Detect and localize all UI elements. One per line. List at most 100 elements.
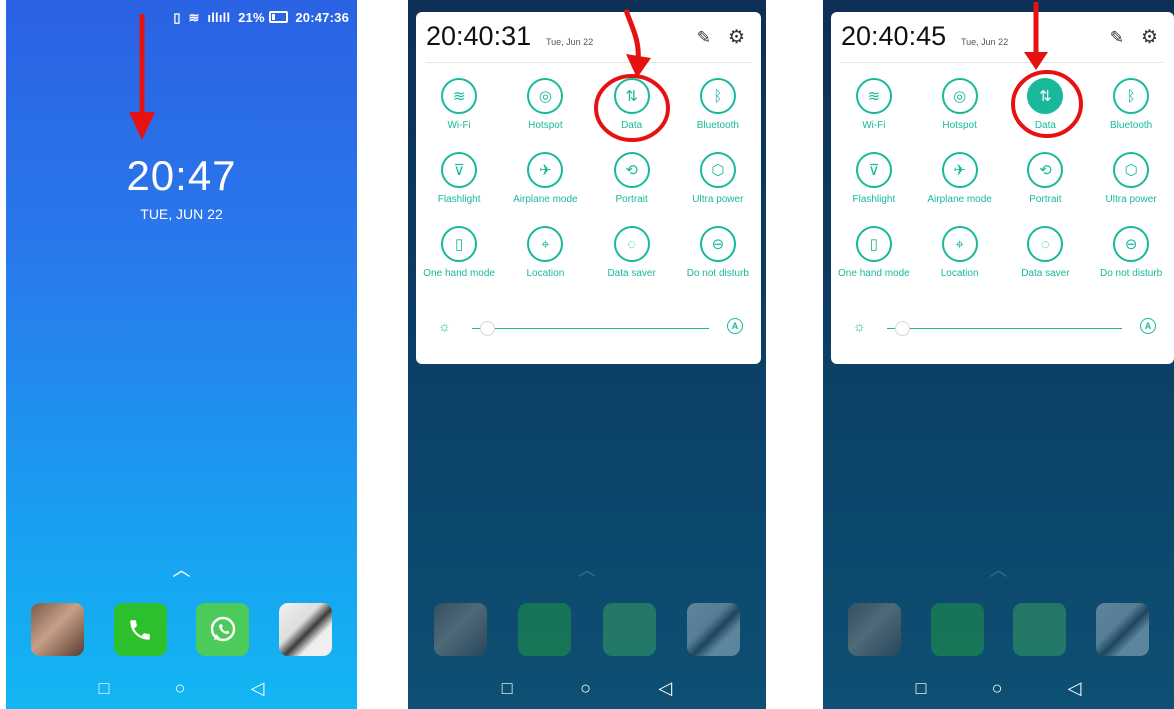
tile-flashlight[interactable]: ⊽ Flashlight — [831, 152, 917, 205]
data-icon: ⇅ — [1027, 78, 1064, 114]
nav-bar: □ ○ ◁ — [408, 678, 766, 699]
gallery-app-icon[interactable] — [30, 603, 84, 656]
tile-bluetooth[interactable]: ᛒ Bluetooth — [675, 78, 761, 131]
settings-gear-icon[interactable]: ⚙ — [1141, 26, 1158, 49]
tile-data[interactable]: ⇅ Data — [589, 78, 675, 131]
tile-data-saver[interactable]: ◌ Data saver — [589, 226, 675, 279]
slider-track — [472, 328, 709, 329]
dock — [823, 603, 1174, 656]
auto-brightness-icon[interactable]: A — [1140, 318, 1156, 334]
tile-data[interactable]: ⇅ Data — [1003, 78, 1089, 131]
tile-portrait[interactable]: ⟲ Portrait — [589, 152, 675, 205]
brightness-icon: ☼ — [853, 318, 866, 334]
battery-percent: 21% — [238, 10, 265, 25]
swipe-up-chevron-icon[interactable]: ︿ — [6, 556, 357, 582]
phone-app-icon — [930, 603, 984, 656]
data-saver-icon: ◌ — [613, 226, 650, 262]
tile-bluetooth[interactable]: ᛒ Bluetooth — [1088, 78, 1174, 131]
tile-dnd[interactable]: ⊖ Do not disturb — [1088, 226, 1174, 279]
tile-hotspot[interactable]: ◎ Hotspot — [917, 78, 1003, 131]
home-button[interactable]: ○ — [580, 678, 591, 699]
home-button[interactable]: ○ — [992, 678, 1003, 699]
location-icon: ⌖ — [527, 226, 564, 262]
status-time: 20:47:36 — [295, 10, 349, 25]
slider-track — [887, 328, 1122, 329]
tile-location[interactable]: ⌖ Location — [917, 226, 1003, 279]
tile-one-hand[interactable]: ▯ One hand mode — [416, 226, 502, 279]
tile-airplane[interactable]: ✈ Airplane mode — [917, 152, 1003, 205]
power-save-icon: ⬡ — [699, 152, 736, 188]
tile-location[interactable]: ⌖ Location — [502, 226, 588, 279]
quick-settings-before: 20:40:31 Tue, Jun 22 ✎ ⚙ ≋ Wi-Fi ◎ Hotspot… — [408, 0, 766, 709]
tile-ultra-power[interactable]: ⬡ Ultra power — [1088, 152, 1174, 205]
qs-date: Tue, Jun 22 — [546, 37, 594, 47]
brightness-slider[interactable]: ☼ A — [434, 318, 743, 338]
tile-wifi[interactable]: ≋ Wi-Fi — [831, 78, 917, 131]
phone-app-icon[interactable] — [113, 603, 167, 656]
tile-data-saver[interactable]: ◌ Data saver — [1003, 226, 1089, 279]
back-button[interactable]: ◁ — [1068, 678, 1082, 699]
location-icon: ⌖ — [941, 226, 978, 262]
tile-grid: ≋ Wi-Fi ◎ Hotspot ⇅ Data ᛒ Bluetooth ⊽ Flashl… — [416, 78, 761, 279]
swipe-up-chevron-icon: ︿ — [989, 560, 1008, 580]
recents-button[interactable]: □ — [99, 678, 110, 699]
lock-date: TUE, JUN 22 — [140, 206, 223, 222]
airplane-icon: ✈ — [527, 152, 564, 188]
edit-pencil-icon[interactable]: ✎ — [1110, 28, 1124, 48]
slider-knob[interactable] — [895, 321, 910, 336]
back-button[interactable]: ◁ — [658, 678, 672, 699]
flashlight-icon: ⊽ — [855, 152, 892, 188]
bluetooth-icon: ᛒ — [1113, 78, 1150, 114]
dock — [408, 603, 766, 656]
whatsapp-app-icon — [1013, 603, 1067, 656]
slider-knob[interactable] — [480, 321, 495, 336]
dock — [6, 603, 357, 656]
brightness-icon: ☼ — [438, 318, 451, 334]
tile-one-hand[interactable]: ▯ One hand mode — [831, 226, 917, 279]
divider — [426, 62, 751, 63]
gallery-app-icon — [433, 603, 487, 656]
tile-portrait[interactable]: ⟲ Portrait — [1003, 152, 1089, 205]
one-hand-icon: ▯ — [855, 226, 892, 262]
tile-flashlight[interactable]: ⊽ Flashlight — [416, 152, 502, 205]
phone-app-icon — [518, 603, 572, 656]
tile-ultra-power[interactable]: ⬡ Ultra power — [675, 152, 761, 205]
rotate-icon: ⟲ — [1027, 152, 1064, 188]
tile-hotspot[interactable]: ◎ Hotspot — [502, 78, 588, 131]
recents-button[interactable]: □ — [502, 678, 513, 699]
bluetooth-icon: ᛒ — [699, 78, 736, 114]
music-app-icon — [1096, 603, 1150, 656]
tile-dnd[interactable]: ⊖ Do not disturb — [675, 226, 761, 279]
lock-screen: ▯ ≋ ıllıll 21% 20:47:36 20:47 TUE, JUN 2… — [6, 0, 357, 709]
music-app-icon — [687, 603, 741, 656]
qs-clock: 20:40:31 — [426, 21, 532, 51]
edit-pencil-icon[interactable]: ✎ — [697, 28, 711, 48]
back-button[interactable]: ◁ — [251, 678, 265, 699]
qs-date: Tue, Jun 22 — [961, 37, 1009, 47]
brightness-slider[interactable]: ☼ A — [849, 318, 1156, 338]
qs-clock: 20:40:45 — [841, 21, 947, 51]
recents-button[interactable]: □ — [916, 678, 927, 699]
quick-settings-panel: 20:40:31 Tue, Jun 22 ✎ ⚙ ≋ Wi-Fi ◎ Hotspot… — [416, 12, 761, 364]
music-app-icon[interactable] — [279, 603, 333, 656]
wifi-icon: ≋ — [188, 10, 200, 25]
data-saver-icon: ◌ — [1027, 226, 1064, 262]
tile-wifi[interactable]: ≋ Wi-Fi — [416, 78, 502, 131]
auto-brightness-icon[interactable]: A — [727, 318, 743, 334]
swipe-up-chevron-icon: ︿ — [578, 560, 596, 580]
wifi-icon: ≋ — [855, 78, 892, 114]
whatsapp-logo-icon — [210, 616, 236, 641]
whatsapp-app-icon — [602, 603, 656, 656]
nav-bar: □ ○ ◁ — [6, 678, 357, 699]
hotspot-icon: ◎ — [527, 78, 564, 114]
hotspot-icon: ◎ — [941, 78, 978, 114]
home-button[interactable]: ○ — [175, 678, 186, 699]
quick-settings-after: 20:40:45 Tue, Jun 22 ✎ ⚙ ≋ Wi-Fi ◎ Hotspot… — [823, 0, 1174, 709]
quick-settings-panel: 20:40:45 Tue, Jun 22 ✎ ⚙ ≋ Wi-Fi ◎ Hotspot… — [831, 12, 1174, 364]
airplane-icon: ✈ — [941, 152, 978, 188]
battery-icon — [268, 11, 288, 23]
whatsapp-app-icon[interactable] — [196, 603, 250, 656]
signal-icon: ıllıll — [207, 10, 231, 25]
settings-gear-icon[interactable]: ⚙ — [728, 26, 745, 49]
tile-airplane[interactable]: ✈ Airplane mode — [502, 152, 588, 205]
